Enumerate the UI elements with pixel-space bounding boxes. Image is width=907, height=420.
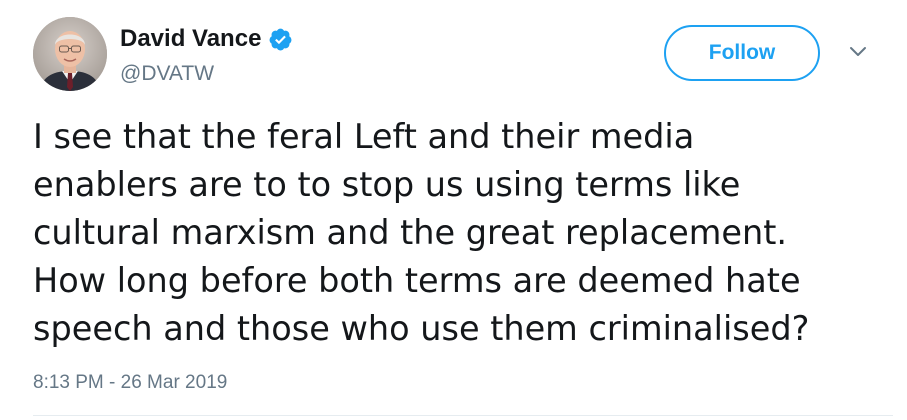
- tweet-card: David Vance @DVATW Follow I see that the…: [0, 0, 907, 420]
- tweet-text-line: I see that the feral Left and their medi…: [33, 117, 695, 156]
- verified-badge-icon: [268, 27, 293, 52]
- author-handle[interactable]: @DVATW: [120, 62, 214, 86]
- follow-button[interactable]: Follow: [664, 25, 820, 81]
- tweet-text-line: enablers are to to stop us using terms l…: [33, 165, 741, 204]
- tweet-text-line: speech and those who use them criminalis…: [33, 309, 810, 348]
- chevron-down-icon[interactable]: [848, 44, 868, 58]
- tweet-text-line: cultural marxism and the great replaceme…: [33, 213, 788, 252]
- author-name-row: David Vance: [120, 24, 293, 54]
- divider: [33, 415, 893, 416]
- tweet-timestamp[interactable]: 8:13 PM - 26 Mar 2019: [33, 372, 227, 394]
- avatar-photo-icon: [33, 17, 107, 91]
- avatar[interactable]: [33, 17, 107, 91]
- tweet-text: I see that the feral Left and their medi…: [33, 113, 893, 353]
- author-display-name[interactable]: David Vance: [120, 25, 261, 53]
- tweet-text-line: How long before both terms are deemed ha…: [33, 261, 801, 300]
